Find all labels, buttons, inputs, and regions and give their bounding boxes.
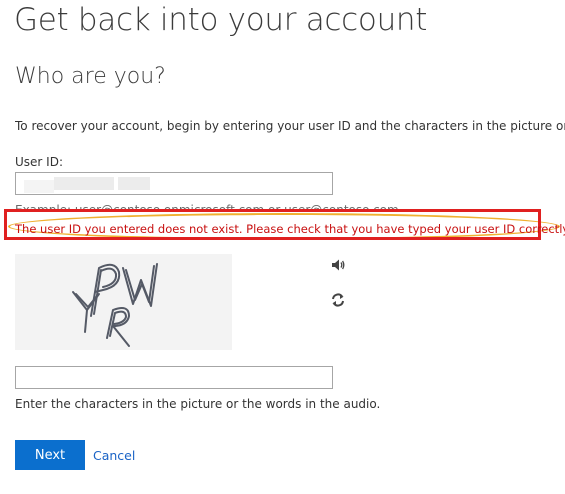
cancel-link[interactable]: Cancel	[93, 448, 135, 463]
section-title: Who are you?	[15, 64, 166, 89]
error-message: The user ID you entered does not exist. …	[15, 222, 565, 236]
redacted-text	[24, 180, 54, 193]
redacted-text	[54, 177, 114, 190]
page-title: Get back into your account	[14, 2, 428, 38]
next-button[interactable]: Next	[15, 440, 85, 470]
instructions-text: To recover your account, begin by enteri…	[15, 119, 565, 133]
userid-label: User ID:	[15, 155, 63, 169]
captcha-hint: Enter the characters in the picture or t…	[15, 397, 381, 411]
captcha-image	[15, 254, 232, 350]
refresh-icon[interactable]	[330, 292, 346, 308]
redacted-text	[118, 177, 150, 190]
captcha-input[interactable]	[15, 366, 333, 389]
speaker-icon[interactable]	[330, 257, 346, 273]
